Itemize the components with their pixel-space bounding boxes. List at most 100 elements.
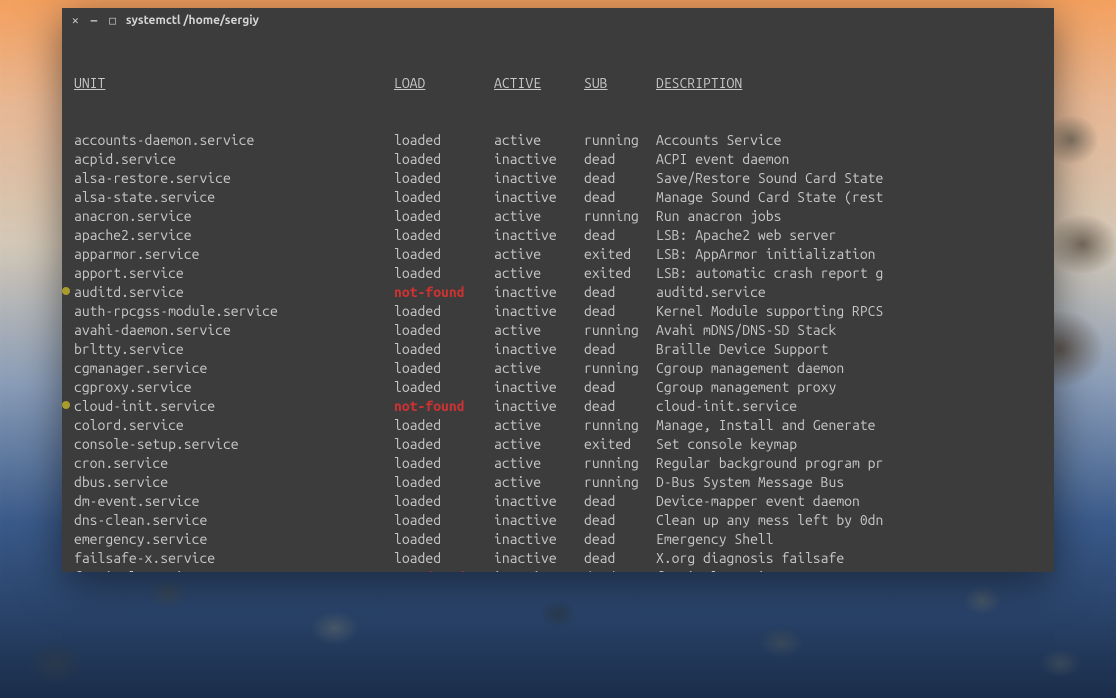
active-cell: active (494, 416, 584, 435)
sub-cell: dead (584, 549, 656, 568)
active-cell: active (494, 245, 584, 264)
unit-cell: festival.service (74, 568, 394, 572)
maximize-icon[interactable]: □ (109, 14, 116, 27)
service-row: acpid.serviceloadedinactivedeadACPI even… (74, 150, 1042, 169)
desc-cell: Kernel Module supporting RPCS (656, 302, 1042, 321)
load-cell: loaded (394, 435, 494, 454)
desc-cell: D-Bus System Message Bus (656, 473, 1042, 492)
load-cell: loaded (394, 359, 494, 378)
sub-cell: exited (584, 435, 656, 454)
sub-cell: running (584, 207, 656, 226)
bullet-icon (62, 287, 70, 295)
unit-cell: apparmor.service (74, 245, 394, 264)
active-cell: active (494, 131, 584, 150)
sub-cell: dead (584, 302, 656, 321)
unit-cell: accounts-daemon.service (74, 131, 394, 150)
load-cell: loaded (394, 226, 494, 245)
unit-cell: cron.service (74, 454, 394, 473)
desc-cell: Emergency Shell (656, 530, 1042, 549)
service-row: dm-event.serviceloadedinactivedeadDevice… (74, 492, 1042, 511)
desc-cell: Run anacron jobs (656, 207, 1042, 226)
desc-cell: Save/Restore Sound Card State (656, 169, 1042, 188)
minimize-icon[interactable]: – (91, 14, 98, 27)
desc-cell: Cgroup management daemon (656, 359, 1042, 378)
unit-cell: emergency.service (74, 530, 394, 549)
sub-cell: dead (584, 150, 656, 169)
load-cell: loaded (394, 131, 494, 150)
service-row: anacron.serviceloadedactiverunningRun an… (74, 207, 1042, 226)
load-cell: loaded (394, 245, 494, 264)
active-cell: inactive (494, 378, 584, 397)
service-row: failsafe-x.serviceloadedinactivedeadX.or… (74, 549, 1042, 568)
active-cell: active (494, 321, 584, 340)
titlebar: ✕ – □ systemctl /home/sergiy (62, 8, 1054, 32)
service-row: auth-rpcgss-module.serviceloadedinactive… (74, 302, 1042, 321)
bullet-icon (62, 401, 70, 409)
sub-cell: dead (584, 169, 656, 188)
unit-cell: acpid.service (74, 150, 394, 169)
sub-cell: dead (584, 530, 656, 549)
unit-cell: auditd.service (74, 283, 394, 302)
active-cell: inactive (494, 169, 584, 188)
load-cell: loaded (394, 150, 494, 169)
active-cell: inactive (494, 226, 584, 245)
unit-cell: anacron.service (74, 207, 394, 226)
desc-cell: LSB: automatic crash report g (656, 264, 1042, 283)
unit-cell: auth-rpcgss-module.service (74, 302, 394, 321)
terminal-output[interactable]: UNIT LOAD ACTIVE SUB DESCRIPTION account… (62, 32, 1054, 572)
desc-cell: festival.service (656, 568, 1042, 572)
service-row: cron.serviceloadedactiverunningRegular b… (74, 454, 1042, 473)
load-cell: loaded (394, 454, 494, 473)
desc-cell: Avahi mDNS/DNS-SD Stack (656, 321, 1042, 340)
service-row: dns-clean.serviceloadedinactivedeadClean… (74, 511, 1042, 530)
service-row: apparmor.serviceloadedactiveexitedLSB: A… (74, 245, 1042, 264)
load-cell: loaded (394, 378, 494, 397)
sub-cell: dead (584, 226, 656, 245)
active-cell: inactive (494, 397, 584, 416)
sub-cell: running (584, 321, 656, 340)
active-cell: active (494, 435, 584, 454)
active-cell: active (494, 207, 584, 226)
service-row: cloud-init.servicenot-foundinactivedeadc… (74, 397, 1042, 416)
sub-cell: dead (584, 340, 656, 359)
desc-cell: cloud-init.service (656, 397, 1042, 416)
load-cell: loaded (394, 302, 494, 321)
load-cell: loaded (394, 511, 494, 530)
desc-cell: Set console keymap (656, 435, 1042, 454)
active-cell: inactive (494, 150, 584, 169)
desc-cell: Clean up any mess left by 0dn (656, 511, 1042, 530)
sub-cell: running (584, 473, 656, 492)
desc-cell: ACPI event daemon (656, 150, 1042, 169)
service-row: accounts-daemon.serviceloadedactiverunni… (74, 131, 1042, 150)
service-row: cgproxy.serviceloadedinactivedeadCgroup … (74, 378, 1042, 397)
load-cell: loaded (394, 340, 494, 359)
close-icon[interactable]: ✕ (72, 14, 79, 27)
terminal-window: ✕ – □ systemctl /home/sergiy UNIT LOAD A… (62, 8, 1054, 572)
unit-cell: console-setup.service (74, 435, 394, 454)
load-cell: loaded (394, 492, 494, 511)
unit-cell: alsa-state.service (74, 188, 394, 207)
sub-cell: exited (584, 245, 656, 264)
sub-cell: running (584, 454, 656, 473)
col-sub-header: SUB (584, 74, 656, 93)
desc-cell: Manage, Install and Generate (656, 416, 1042, 435)
sub-cell: running (584, 416, 656, 435)
unit-cell: dm-event.service (74, 492, 394, 511)
load-cell: loaded (394, 473, 494, 492)
active-cell: inactive (494, 283, 584, 302)
sub-cell: dead (584, 492, 656, 511)
sub-cell: exited (584, 264, 656, 283)
load-cell: loaded (394, 530, 494, 549)
service-row: festival.servicenot-foundinactivedeadfes… (74, 568, 1042, 572)
sub-cell: dead (584, 511, 656, 530)
desc-cell: LSB: Apache2 web server (656, 226, 1042, 245)
load-cell: loaded (394, 188, 494, 207)
unit-cell: apache2.service (74, 226, 394, 245)
service-row: dbus.serviceloadedactiverunningD-Bus Sys… (74, 473, 1042, 492)
load-cell: not-found (394, 397, 494, 416)
active-cell: inactive (494, 530, 584, 549)
desc-cell: Accounts Service (656, 131, 1042, 150)
active-cell: inactive (494, 340, 584, 359)
service-row: colord.serviceloadedactiverunningManage,… (74, 416, 1042, 435)
load-cell: loaded (394, 264, 494, 283)
